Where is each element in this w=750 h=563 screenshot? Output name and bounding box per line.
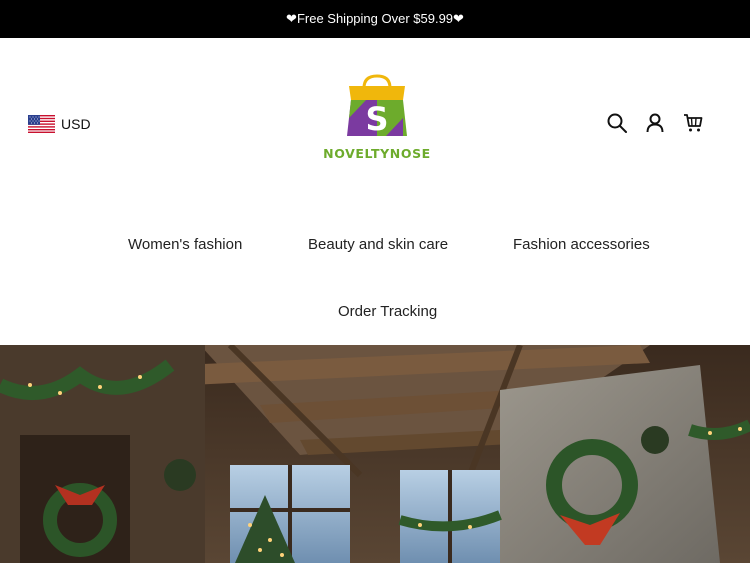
main-navigation: Women's fashion Beauty and skin care Fas… — [0, 210, 750, 345]
nav-item-order-tracking[interactable]: Order Tracking — [338, 303, 437, 320]
site-logo[interactable]: S NOVELTYNOSE — [316, 74, 438, 164]
announcement-text: ❤Free Shipping Over $59.99❤ — [286, 11, 464, 26]
announcement-bar: ❤Free Shipping Over $59.99❤ — [0, 0, 750, 38]
christmas-room-image — [0, 345, 750, 563]
logo-letter: S — [365, 100, 388, 138]
nav-item-beauty-skin-care[interactable]: Beauty and skin care — [308, 236, 448, 253]
currency-selector[interactable]: USD — [28, 114, 91, 134]
currency-label: USD — [61, 116, 91, 132]
nav-item-fashion-accessories[interactable]: Fashion accessories — [513, 236, 650, 253]
account-icon[interactable] — [644, 112, 666, 134]
header-icons — [606, 112, 704, 134]
us-flag-icon — [28, 115, 55, 133]
cart-icon[interactable] — [682, 112, 704, 134]
search-icon[interactable] — [606, 112, 628, 134]
logo-text: NOVELTYNOSE — [323, 146, 431, 161]
site-header: USD S NOVELTYNOSE — [0, 38, 750, 210]
hero-banner-image — [0, 345, 750, 563]
nav-item-womens-fashion[interactable]: Women's fashion — [128, 236, 242, 253]
shopping-bag-logo-icon: S — [347, 74, 407, 138]
